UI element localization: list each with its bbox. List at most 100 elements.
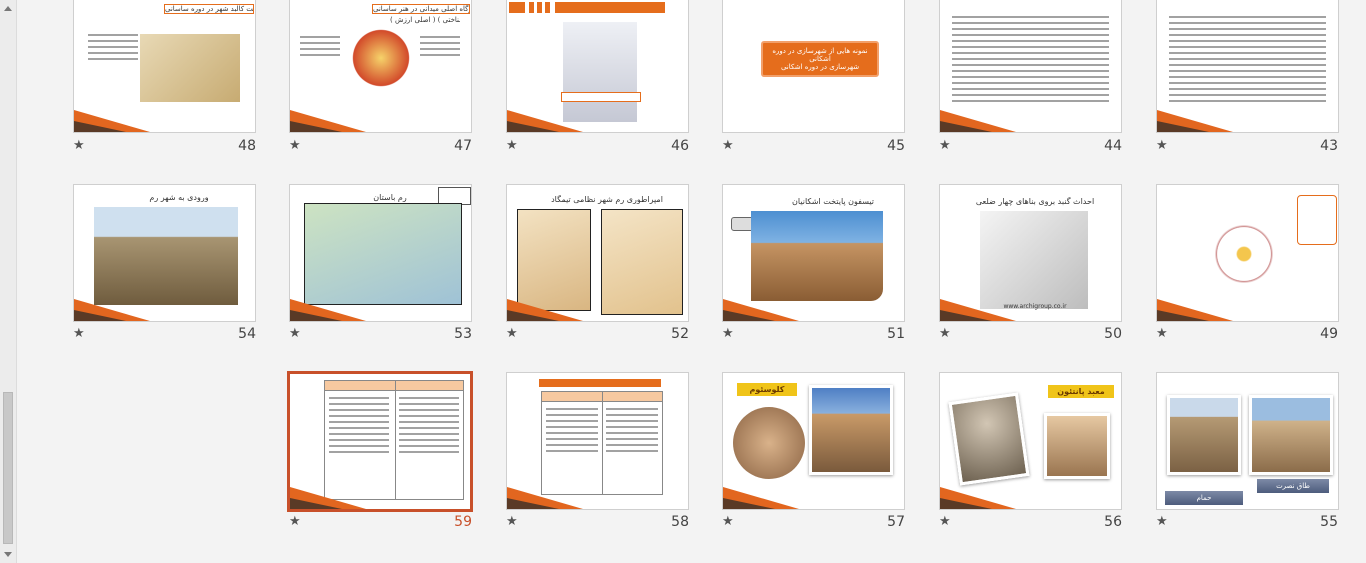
slide-star-icon[interactable]: ★ [73, 138, 85, 153]
slide-number: 51 [887, 326, 905, 342]
slide-title: امپراطوری رم شهر نظامی تیمگاد [551, 195, 663, 204]
slide-star-icon[interactable]: ★ [939, 514, 951, 529]
slide-star-icon[interactable]: ★ [939, 138, 951, 153]
slide-text-block [420, 36, 460, 60]
slide-thumbnail-51[interactable]: تیسفون پایتخت اشکانیان [722, 184, 905, 322]
slide-photo [1249, 395, 1333, 475]
slide-number: 44 [1104, 138, 1122, 154]
slide-decoration [290, 297, 370, 321]
slide-decoration [940, 297, 1020, 321]
slide-title: گزینه بعدی انتظامات از شهرگاه اصلی میدان… [372, 4, 470, 14]
slide-header-bar [537, 2, 542, 13]
slide-star-icon[interactable]: ★ [506, 138, 518, 153]
slide-number: 46 [671, 138, 689, 154]
slide-number: 47 [454, 138, 472, 154]
slide-image [751, 211, 883, 301]
slide-thumbnail-50[interactable]: احداث گنبد بروی بناهای چهار ضلعی www.arc… [939, 184, 1122, 322]
slide-thumbnail-44[interactable] [939, 0, 1122, 133]
slide-title: ساخت کالبد شهر در دوره ساسانی [164, 4, 254, 14]
slide-label-box: حمام [1165, 491, 1243, 505]
slide-map [601, 209, 683, 315]
slide-title: رم باستان [373, 193, 407, 202]
slide-star-icon[interactable]: ★ [722, 138, 734, 153]
slide-text-block [952, 16, 1109, 106]
slide-thumbnail-59[interactable] [287, 371, 473, 512]
slide-number: 45 [887, 138, 905, 154]
slide-title-ribbon: معبد پانتئون [1048, 385, 1114, 398]
slide-image [140, 34, 240, 102]
slide-thumbnail-58[interactable] [506, 372, 689, 510]
slide-thumbnail-43[interactable] [1156, 0, 1339, 133]
slide-star-icon[interactable]: ★ [1156, 326, 1168, 341]
slide-star-icon[interactable]: ★ [289, 514, 301, 529]
slide-star-icon[interactable]: ★ [722, 514, 734, 529]
scroll-up-arrow-icon[interactable] [4, 6, 12, 11]
slide-title: نمونه هایی از شهرسازی در دوره اشکانی [772, 47, 868, 63]
slide-thumbnail-45[interactable]: نمونه هایی از شهرسازی در دوره اشکانی شهر… [722, 0, 905, 133]
slide-thumbnail-52[interactable]: امپراطوری رم شهر نظامی تیمگاد [506, 184, 689, 322]
slide-thumbnail-48[interactable]: ساخت کالبد شهر در دوره ساسانی [73, 0, 256, 133]
slide-text-block [329, 397, 389, 457]
slide-star-icon[interactable]: ★ [722, 326, 734, 341]
slide-caption-box [561, 92, 641, 102]
slide-sorter-grid: ساخت کالبد شهر در دوره ساسانی 48 ★ گزینه… [18, 0, 1366, 563]
slide-subtitle: شهرسازی در دوره اشکانی [780, 63, 860, 71]
slide-star-icon[interactable]: ★ [506, 326, 518, 341]
slide-star-icon[interactable]: ★ [289, 326, 301, 341]
slide-decoration [723, 297, 803, 321]
slide-number: 55 [1320, 514, 1338, 530]
slide-decoration [507, 485, 587, 509]
slide-thumbnail-57[interactable]: کلوسئوم [722, 372, 905, 510]
slide-table [541, 391, 663, 495]
slide-star-icon[interactable]: ★ [73, 326, 85, 341]
slide-map [517, 209, 591, 311]
slide-decoration [940, 485, 1020, 509]
slide-star-icon[interactable]: ★ [939, 326, 951, 341]
scroll-down-arrow-icon[interactable] [4, 552, 12, 557]
slide-number: 48 [238, 138, 256, 154]
slide-number: 43 [1320, 138, 1338, 154]
slide-text-block [88, 34, 138, 64]
slide-header-bar [555, 2, 665, 13]
slide-image [733, 407, 805, 479]
slide-decoration [74, 108, 154, 132]
slide-number: 56 [1104, 514, 1122, 530]
slide-decoration [723, 485, 803, 509]
slide-photo [809, 385, 893, 475]
scroll-thumb[interactable] [3, 392, 13, 544]
slide-number: 54 [238, 326, 256, 342]
slide-decoration [940, 108, 1020, 132]
slide-map [304, 203, 462, 305]
slide-table [324, 380, 464, 500]
slide-title-box: نمونه هایی از شهرسازی در دوره اشکانی شهر… [761, 41, 879, 77]
slide-star-icon[interactable]: ★ [289, 138, 301, 153]
slide-text-block [300, 36, 340, 60]
slide-thumbnail-54[interactable]: ورودی به شهر رم [73, 184, 256, 322]
slide-thumbnail-55[interactable]: حمام طاق نصرت [1156, 372, 1339, 510]
slide-number: 58 [671, 514, 689, 530]
slide-decoration [507, 108, 587, 132]
slide-thumbnail-53[interactable]: رم باستان [289, 184, 472, 322]
slide-diagram [346, 28, 416, 88]
slide-number: 53 [454, 326, 472, 342]
slide-thumbnail-46[interactable] [506, 0, 689, 133]
slide-title: ورودی به شهر رم [149, 193, 209, 202]
slide-number: 59 [454, 514, 472, 530]
slide-thumbnail-47[interactable]: گزینه بعدی انتظامات از شهرگاه اصلی میدان… [289, 0, 472, 133]
slide-title: احداث گنبد بروی بناهای چهار ضلعی [975, 197, 1095, 206]
slide-header-bar [529, 2, 534, 13]
slide-decoration [74, 297, 154, 321]
slide-thumbnail-49[interactable] [1156, 184, 1339, 322]
slide-number: 49 [1320, 326, 1338, 342]
slide-thumbnail-56[interactable]: معبد پانتئون [939, 372, 1122, 510]
slide-star-icon[interactable]: ★ [1156, 514, 1168, 529]
slide-star-icon[interactable]: ★ [506, 514, 518, 529]
slide-number: 50 [1104, 326, 1122, 342]
slide-text-block [546, 408, 598, 456]
slide-decoration [290, 108, 370, 132]
vertical-scrollbar[interactable] [0, 0, 17, 563]
slide-subtitle: ( اصلی ارزش ) ( شناختی ) [390, 16, 460, 24]
slide-star-icon[interactable]: ★ [1156, 138, 1168, 153]
slide-number: 52 [671, 326, 689, 342]
slide-decoration [290, 485, 370, 509]
